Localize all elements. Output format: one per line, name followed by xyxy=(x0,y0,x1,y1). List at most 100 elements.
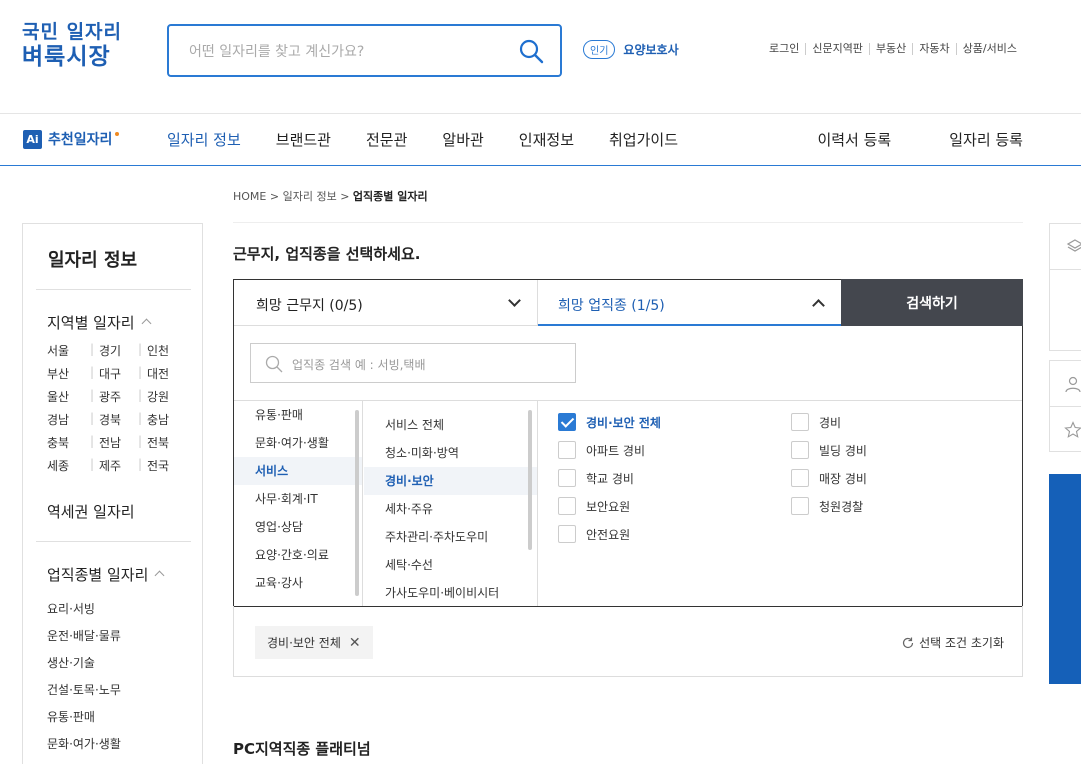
region-link[interactable]: 부산 xyxy=(47,365,85,382)
job-checkbox[interactable]: 경비 xyxy=(791,413,841,431)
subcategory-item[interactable]: 가사도우미·베이비시터 xyxy=(364,579,537,606)
subcategory-item[interactable]: 세탁·수선 xyxy=(364,551,537,579)
products-link[interactable]: 상품/서비스 xyxy=(955,43,1023,55)
region-link[interactable]: 경기 xyxy=(99,342,133,359)
tab-location[interactable]: 희망 근무지 (0/5) xyxy=(234,280,538,326)
category-item[interactable]: 교육·강사 xyxy=(234,569,362,597)
resume-register-link[interactable]: 이력서 등록 xyxy=(817,129,891,150)
chevron-up-icon xyxy=(141,318,152,329)
job-search-input[interactable]: 업직종 검색 예 : 서빙,택배 xyxy=(292,356,426,373)
checkbox-icon xyxy=(558,469,576,487)
region-link[interactable]: 경북 xyxy=(99,411,133,428)
region-link[interactable]: 제주 xyxy=(99,457,133,474)
nav-job-info[interactable]: 일자리 정보 xyxy=(167,129,241,150)
region-link[interactable]: 충남 xyxy=(147,411,177,428)
job-checkbox[interactable]: 매장 경비 xyxy=(791,469,867,487)
job-register-link[interactable]: 일자리 등록 xyxy=(949,129,1023,150)
nav-talent[interactable]: 인재정보 xyxy=(519,129,574,150)
selected-tag[interactable]: 경비·보안 전체 ✕ xyxy=(255,626,373,659)
sidebar-job-item[interactable]: 요리·서빙 xyxy=(47,600,121,627)
close-icon[interactable]: ✕ xyxy=(349,635,361,651)
subcategory-item[interactable]: 청소·미화·방역 xyxy=(364,439,537,467)
utility-links: 로그인 신문지역판 부동산 자동차 상품/서비스 xyxy=(763,43,1023,55)
layers-icon[interactable] xyxy=(1066,238,1081,256)
sidebar-job-item[interactable]: 생산·기술 xyxy=(47,654,121,681)
tab-job-category[interactable]: 희망 업직종 (1/5) xyxy=(538,280,841,326)
region-link[interactable]: 충북 xyxy=(47,434,85,451)
category-item[interactable]: 영업·상담 xyxy=(234,513,362,541)
nav-specialty[interactable]: 전문관 xyxy=(366,129,407,150)
side-banner[interactable] xyxy=(1049,474,1081,684)
newspaper-link[interactable]: 신문지역판 xyxy=(805,43,869,55)
subcategory-item[interactable]: 주차관리·주차도우미 xyxy=(364,523,537,551)
region-link[interactable]: 전남 xyxy=(99,434,133,451)
job-checkbox[interactable]: 보안요원 xyxy=(558,497,630,515)
station-section-link[interactable]: 역세권 일자리 xyxy=(47,501,135,522)
realestate-link[interactable]: 부동산 xyxy=(868,43,912,55)
job-checkbox-checked[interactable]: 경비·보안 전체 xyxy=(558,413,661,431)
sidebar-job-item[interactable]: 건설·토목·노무 xyxy=(47,681,121,708)
ai-recommend-link[interactable]: Ai 추천일자리 xyxy=(23,129,120,149)
scrollbar[interactable] xyxy=(355,410,359,596)
popular-keyword-text[interactable]: 요양보호사 xyxy=(623,41,678,58)
breadcrumb-mid[interactable]: 일자리 정보 xyxy=(283,190,337,203)
region-link[interactable]: 대전 xyxy=(147,365,177,382)
category-item[interactable]: 문화·여가·생활 xyxy=(234,429,362,457)
star-icon[interactable] xyxy=(1064,421,1081,439)
region-link[interactable]: 광주 xyxy=(99,388,133,405)
category-item[interactable]: 유통·판매 xyxy=(234,401,362,429)
region-link[interactable]: 대구 xyxy=(99,365,133,382)
sidebar-title: 일자리 정보 xyxy=(48,250,138,271)
logo-line1: 국민 일자리 xyxy=(22,21,123,43)
job-checkbox[interactable]: 빌딩 경비 xyxy=(791,441,867,459)
checkbox-label: 경비·보안 전체 xyxy=(586,415,661,430)
category-item-selected[interactable]: 서비스 xyxy=(234,457,362,485)
category-item[interactable]: 사무·회계·IT xyxy=(234,485,362,513)
region-link[interactable]: 울산 xyxy=(47,388,85,405)
checkbox-label: 청원경찰 xyxy=(819,499,864,514)
reset-button[interactable]: 선택 조건 초기화 xyxy=(901,634,1004,651)
job-checkbox[interactable]: 청원경찰 xyxy=(791,497,863,515)
region-link[interactable]: 세종 xyxy=(47,457,85,474)
region-link[interactable]: 전북 xyxy=(147,434,177,451)
popular-keyword[interactable]: 인기 요양보호사 xyxy=(583,40,679,59)
sidebar-job-item[interactable]: 운전·배달·물류 xyxy=(47,627,121,654)
region-link[interactable]: 서울 xyxy=(47,342,85,359)
job-search-field[interactable]: 업직종 검색 예 : 서빙,택배 xyxy=(250,343,576,383)
job-checkbox[interactable]: 아파트 경비 xyxy=(558,441,645,459)
nav-brand[interactable]: 브랜드관 xyxy=(276,129,331,150)
checkbox-icon xyxy=(791,497,809,515)
separator: | xyxy=(89,388,95,402)
subcategory-item[interactable]: 세차·주유 xyxy=(364,495,537,523)
region-link[interactable]: 강원 xyxy=(147,388,177,405)
nav-guide[interactable]: 취업가이드 xyxy=(609,129,678,150)
job-checkbox[interactable]: 학교 경비 xyxy=(558,469,634,487)
search-icon[interactable] xyxy=(518,38,544,64)
breadcrumb-home[interactable]: HOME xyxy=(233,190,266,203)
scrollbar[interactable] xyxy=(528,410,532,550)
job-checkbox[interactable]: 안전요원 xyxy=(558,525,630,543)
login-link[interactable]: 로그인 xyxy=(763,43,805,55)
region-section-toggle[interactable]: 지역별 일자리 xyxy=(47,312,152,333)
divider xyxy=(1050,406,1081,407)
nav-parttime[interactable]: 알바관 xyxy=(442,129,483,150)
search-submit-button[interactable]: 검색하기 xyxy=(841,279,1023,326)
sidebar-job-item[interactable]: 문화·여가·생활 xyxy=(47,735,121,762)
region-link[interactable]: 인천 xyxy=(147,342,177,359)
category-item[interactable]: 요양·간호·의료 xyxy=(234,541,362,569)
subcategory-item-selected[interactable]: 경비·보안 xyxy=(364,467,537,495)
job-section-toggle[interactable]: 업직종별 일자리 xyxy=(47,564,165,585)
section-title: PC지역직종 플래티넘 xyxy=(233,740,371,758)
region-link[interactable]: 전국 xyxy=(147,457,177,474)
main-search-box[interactable]: 어떤 일자리를 찾고 계신가요? xyxy=(167,24,562,77)
subcategory-item[interactable]: 서비스 전체 xyxy=(364,411,537,439)
checkbox-label: 보안요원 xyxy=(586,499,631,514)
main-search-input[interactable]: 어떤 일자리를 찾고 계신가요? xyxy=(189,41,364,61)
job-selector: 희망 근무지 (0/5) 희망 업직종 (1/5) 검색하기 업직종 검색 예 … xyxy=(233,279,1023,607)
region-link[interactable]: 경남 xyxy=(47,411,85,428)
left-sidebar: 일자리 정보 지역별 일자리 서울 | 경기 | 인천 부산 | 대구 | 대전 울산 | 광주 | 강… xyxy=(22,223,203,764)
car-link[interactable]: 자동차 xyxy=(912,43,955,55)
site-logo[interactable]: 국민 일자리 벼룩시장 xyxy=(22,21,123,70)
sidebar-job-item[interactable]: 유통·판매 xyxy=(47,708,121,735)
user-icon[interactable] xyxy=(1064,375,1081,393)
